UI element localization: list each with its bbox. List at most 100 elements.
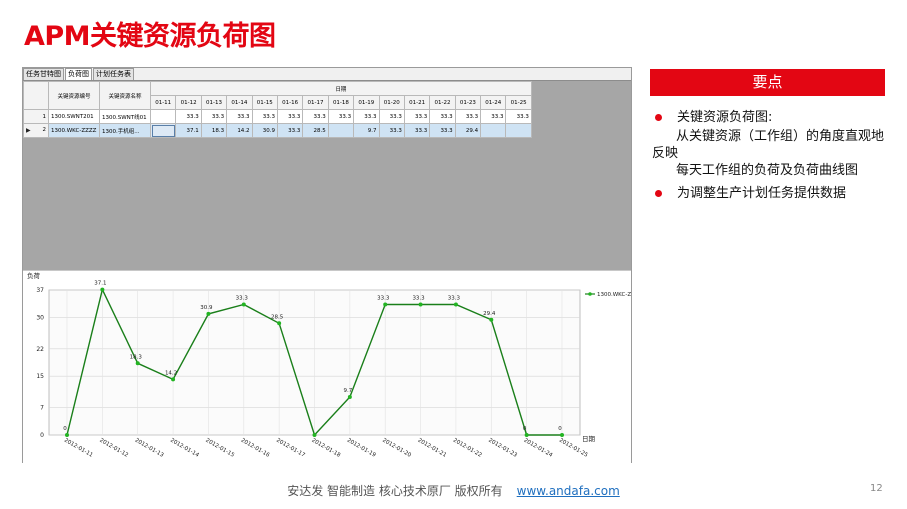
cell-load-value[interactable]: 33.3 <box>200 109 228 124</box>
x-tick-label: 2012-01-22 <box>452 438 483 459</box>
row-header[interactable]: ▶ 2 <box>23 123 49 138</box>
cell-load-value[interactable]: 18.3 <box>200 123 228 138</box>
bullet-dot-icon <box>655 114 662 121</box>
cell-load-value[interactable]: 33.3 <box>327 109 355 124</box>
data-point[interactable] <box>65 433 69 437</box>
cell-load-value[interactable]: 33.3 <box>454 109 482 124</box>
column-header-name[interactable]: 关键资源名称 <box>99 81 151 110</box>
column-header-date[interactable]: 01-22 <box>429 95 456 110</box>
resource-grid-panel: 关键资源编号 关键资源名称 日期 01-11 01-12 01-13 01-14 01-… <box>23 80 631 270</box>
data-point[interactable] <box>100 287 105 292</box>
cell-load-value[interactable]: 33.3 <box>226 109 253 124</box>
data-point[interactable] <box>206 311 211 316</box>
column-header-date[interactable]: 01-20 <box>378 95 405 110</box>
x-tick-label: 2012-01-16 <box>240 438 271 459</box>
cell-load-value[interactable]: 33.3 <box>505 109 532 124</box>
data-label: 14.2 <box>165 370 177 376</box>
data-label: 33.3 <box>412 296 425 302</box>
column-header-date[interactable]: 01-25 <box>505 95 532 110</box>
column-header-date[interactable]: 01-13 <box>200 95 228 110</box>
column-header-date[interactable]: 01-16 <box>276 95 304 110</box>
cell-resource-name[interactable]: 1300.手机组... <box>99 123 151 138</box>
data-point[interactable] <box>383 302 388 307</box>
cell-load-value[interactable]: 29.4 <box>454 123 482 138</box>
data-point[interactable] <box>347 394 352 399</box>
cell-resource-name[interactable]: 1300.SWNT线01 <box>99 109 151 124</box>
cell-load-value[interactable]: 33.3 <box>429 123 456 138</box>
cell-load-value[interactable] <box>480 123 507 138</box>
cell-load-value[interactable]: 33.3 <box>480 109 507 124</box>
keypoint-title-2: 为调整生产计划任务提供数据 <box>677 186 847 201</box>
cell-load-value[interactable]: 37.1 <box>175 123 202 138</box>
column-header-date[interactable]: 01-15 <box>251 95 278 110</box>
cell-resource-code[interactable]: 1300.WKC-ZZZZ <box>48 123 100 138</box>
data-label: 0 <box>558 426 562 432</box>
column-header-date[interactable]: 01-24 <box>480 95 507 110</box>
keypoint-item-2: 为调整生产计划任务提供数据 <box>652 185 888 202</box>
data-point[interactable] <box>560 433 564 437</box>
cell-load-value[interactable] <box>327 123 355 138</box>
data-point[interactable] <box>135 361 140 366</box>
column-header-date[interactable]: 01-17 <box>302 95 329 110</box>
data-point[interactable] <box>241 302 246 307</box>
data-label: 18.3 <box>130 354 143 360</box>
resource-load-table[interactable]: 关键资源编号 关键资源名称 日期 01-11 01-12 01-13 01-14 01-… <box>23 81 532 138</box>
y-tick-label: 37 <box>36 287 44 294</box>
cell-load-value[interactable]: 33.3 <box>378 109 405 124</box>
column-header-date[interactable]: 01-23 <box>454 95 482 110</box>
column-header-date[interactable]: 01-18 <box>327 95 355 110</box>
x-tick-label: 2012-01-19 <box>346 438 377 459</box>
column-header-code[interactable]: 关键资源编号 <box>48 81 100 110</box>
cell-load-value[interactable]: 33.3 <box>302 109 329 124</box>
data-point[interactable] <box>171 377 176 382</box>
cell-load-value[interactable]: 28.5 <box>302 123 329 138</box>
data-label: 33.3 <box>236 296 249 302</box>
column-header-date[interactable]: 01-14 <box>226 95 253 110</box>
data-point[interactable] <box>453 302 458 307</box>
x-tick-label: 2012-01-24 <box>523 438 554 459</box>
keypoint-item-1: 关键资源负荷图: <box>652 109 888 126</box>
cell-load-value[interactable]: 9.7 <box>353 123 380 138</box>
data-point[interactable] <box>524 433 529 437</box>
column-header-date[interactable]: 01-19 <box>353 95 380 110</box>
cell-resource-code[interactable]: 1300.SWNT201 <box>48 109 100 124</box>
cell-load-value[interactable]: 33.3 <box>276 123 304 138</box>
cell-load-value[interactable] <box>149 123 177 138</box>
tab-gantt[interactable]: 任务甘特图 <box>23 68 64 80</box>
data-label: 0 <box>523 426 527 432</box>
page-number: 12 <box>870 483 883 494</box>
cell-load-value[interactable]: 33.3 <box>251 109 278 124</box>
cell-load-value[interactable]: 33.3 <box>353 109 380 124</box>
legend-label: 1300.WKC-ZZ <box>597 292 631 298</box>
y-tick-label: 30 <box>36 314 44 321</box>
column-header-date[interactable]: 01-21 <box>403 95 431 110</box>
footer: 安达发 智能制造 核心技术原厂 版权所有 www.andafa.com <box>0 482 907 499</box>
row-header[interactable]: 1 <box>23 109 49 124</box>
cell-load-value[interactable]: 14.2 <box>226 123 253 138</box>
column-header-date[interactable]: 01-12 <box>175 95 202 110</box>
keypoints-list: 关键资源负荷图: 从关键资源（工作组）的角度直观地反映 每天工作组的负荷及负荷曲… <box>652 109 888 208</box>
data-point[interactable] <box>312 433 317 437</box>
cell-load-value[interactable]: 33.3 <box>276 109 304 124</box>
legend-swatch-point <box>588 292 592 296</box>
x-tick-label: 2012-01-14 <box>169 438 200 459</box>
data-point[interactable] <box>489 317 494 322</box>
cell-load-value[interactable]: 33.3 <box>175 109 202 124</box>
data-point[interactable] <box>277 321 282 326</box>
x-tick-label: 2012-01-23 <box>487 438 518 459</box>
cell-load-value[interactable]: 33.3 <box>403 123 431 138</box>
table-row[interactable]: ▶ 2 1300.WKC-ZZZZ 1300.手机组... 37.1 18.3 14.2 30… <box>23 123 532 138</box>
cell-load-value[interactable]: 30.9 <box>251 123 278 138</box>
data-point[interactable] <box>418 302 423 307</box>
cell-load-value[interactable] <box>505 123 532 138</box>
cell-load-value[interactable]: 33.3 <box>378 123 405 138</box>
tab-plan-task-table[interactable]: 计划任务表 <box>93 68 134 80</box>
footer-link[interactable]: www.andafa.com <box>517 484 620 498</box>
data-label: 33.3 <box>448 296 461 302</box>
cell-load-value[interactable]: 33.3 <box>403 109 431 124</box>
cell-load-value[interactable] <box>149 109 177 124</box>
table-row[interactable]: 1 1300.SWNT201 1300.SWNT线01 33.3 33.3 33.3 33.… <box>23 109 532 124</box>
column-header-date[interactable]: 01-11 <box>149 95 177 110</box>
cell-load-value[interactable]: 33.3 <box>429 109 456 124</box>
data-label: 0 <box>63 426 67 432</box>
